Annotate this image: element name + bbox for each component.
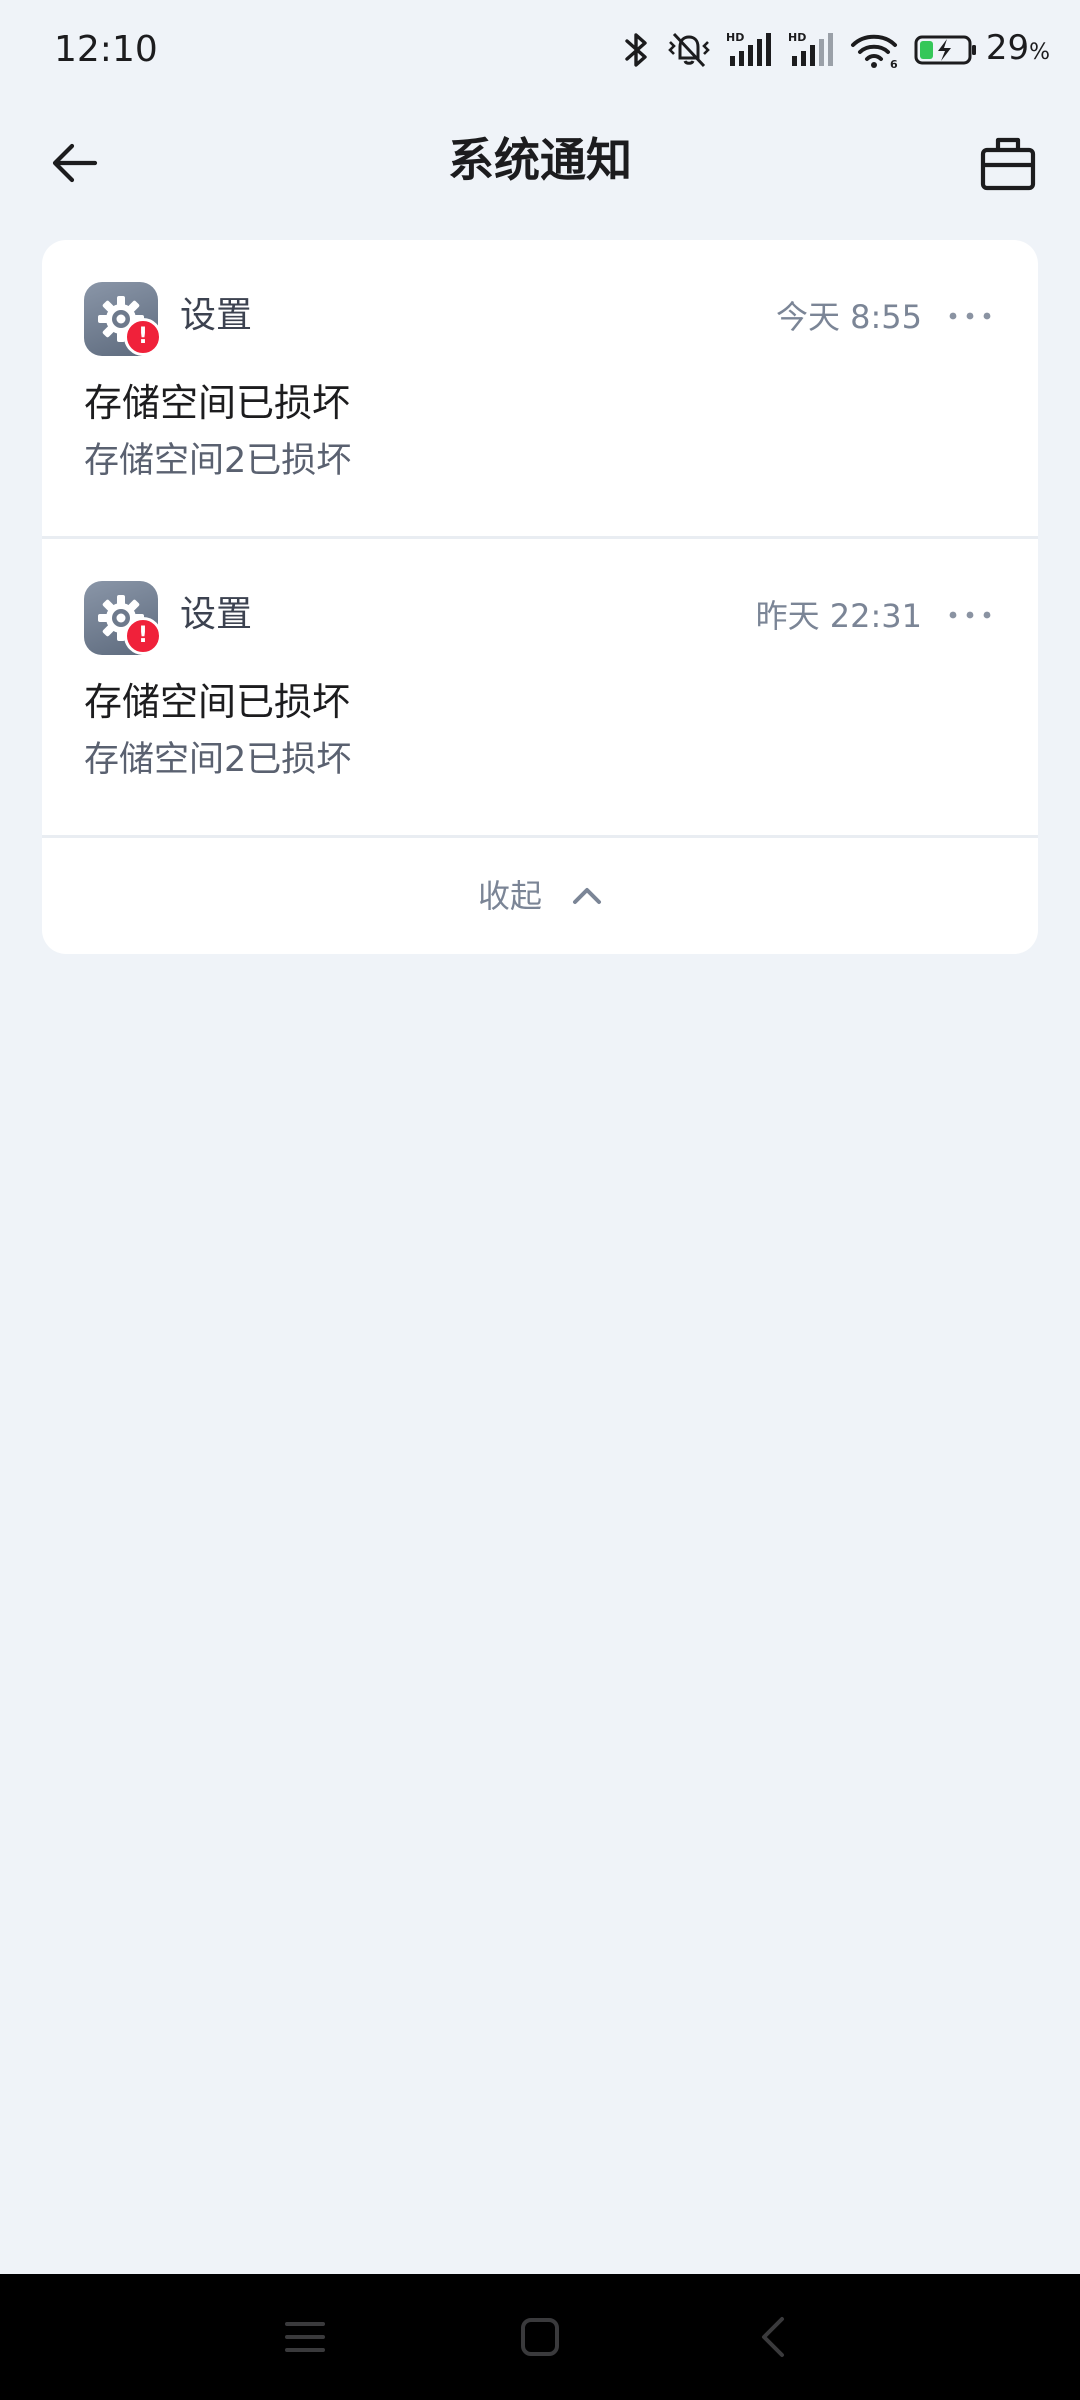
system-back-button[interactable] xyxy=(738,2302,808,2372)
toolbox-button[interactable] xyxy=(970,126,1046,202)
more-dots-icon xyxy=(949,611,991,619)
hd-signal-icon: HD xyxy=(788,30,836,70)
status-bar: 12:10 HD HD 6 29% xyxy=(0,0,1080,100)
collapse-label: 收起 xyxy=(477,877,542,915)
more-options-button[interactable] xyxy=(942,296,998,336)
recent-apps-button[interactable] xyxy=(270,2302,340,2372)
app-name: 设置 xyxy=(180,295,253,336)
hd-signal-icon: HD xyxy=(726,30,774,70)
menu-icon xyxy=(285,2322,325,2352)
chevron-up-icon xyxy=(572,886,602,906)
battery-charging-icon xyxy=(914,30,978,70)
notification-item[interactable]: ! 设置 今天 8:55 存储空间已损坏 存储空间2已损坏 xyxy=(42,240,1038,536)
more-dots-icon xyxy=(949,312,991,320)
wifi-6-icon: 6 xyxy=(850,30,900,70)
notification-title: 存储空间已损坏 xyxy=(84,381,351,425)
alert-badge: ! xyxy=(124,318,162,356)
notification-title: 存储空间已损坏 xyxy=(84,680,351,724)
notification-item[interactable]: ! 设置 昨天 22:31 存储空间已损坏 存储空间2已损坏 xyxy=(42,539,1038,835)
notification-time: 昨天 22:31 xyxy=(755,597,922,635)
status-icons: HD HD 6 29% xyxy=(608,24,1050,76)
app-name: 设置 xyxy=(180,594,253,635)
battery-percent-text: 29% xyxy=(986,28,1050,73)
svg-text:HD: HD xyxy=(788,31,806,44)
header: 系统通知 xyxy=(0,110,1080,210)
battery-percent-unit: % xyxy=(1029,39,1050,65)
notification-time: 今天 8:55 xyxy=(775,298,922,336)
status-time: 12:10 xyxy=(54,29,158,70)
page-title: 系统通知 xyxy=(448,133,632,187)
battery-percent-value: 29 xyxy=(985,27,1030,68)
collapse-button[interactable]: 收起 xyxy=(42,838,1038,954)
toolbox-icon xyxy=(980,137,1036,191)
notification-body: 存储空间2已损坏 xyxy=(84,740,352,780)
mute-vibrate-icon xyxy=(666,30,712,70)
home-button[interactable] xyxy=(505,2302,575,2372)
chevron-left-icon xyxy=(762,2317,784,2357)
home-square-icon xyxy=(521,2318,559,2356)
system-navigation-bar xyxy=(0,2274,1080,2400)
alert-badge: ! xyxy=(124,617,162,655)
more-options-button[interactable] xyxy=(942,595,998,635)
bluetooth-icon xyxy=(622,30,652,70)
notification-body: 存储空间2已损坏 xyxy=(84,441,352,481)
notification-card: ! 设置 今天 8:55 存储空间已损坏 存储空间2已损坏 ! 设置 昨天 22… xyxy=(42,240,1038,954)
svg-text:HD: HD xyxy=(726,31,744,44)
svg-text:6: 6 xyxy=(890,58,898,70)
